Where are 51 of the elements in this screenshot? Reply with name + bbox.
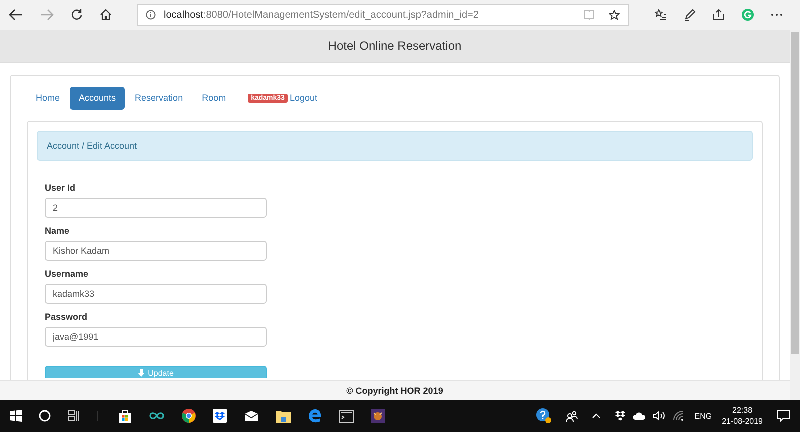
- app-icon[interactable]: [371, 409, 385, 423]
- nav-tab[interactable]: Accounts: [70, 86, 126, 110]
- people-icon[interactable]: [566, 410, 578, 422]
- more-icon[interactable]: [771, 13, 783, 17]
- folder-icon[interactable]: [276, 410, 291, 422]
- chevron-up-icon[interactable]: [592, 413, 601, 419]
- field-label: User Id: [45, 183, 77, 194]
- nav-tab[interactable]: Home: [27, 86, 70, 110]
- nav-tab[interactable]: Logout: [288, 86, 326, 110]
- field-label: Password: [45, 312, 89, 323]
- windows-start-icon[interactable]: [10, 410, 22, 422]
- cloud-icon[interactable]: [632, 412, 646, 420]
- nav-tab[interactable]: Reservation: [126, 86, 192, 110]
- breadcrumb: Account / Edit Account: [47, 141, 138, 151]
- clock-date: 21-08-2019: [722, 416, 763, 427]
- info-icon: [146, 10, 156, 20]
- url-text: localhost:8080/HotelManagementSystem/edit_account.jsp?admin_id=2: [164, 10, 480, 20]
- download-icon: [138, 369, 146, 378]
- field-label: Username: [45, 269, 90, 280]
- chrome-icon[interactable]: [182, 409, 196, 423]
- pen-icon[interactable]: [684, 9, 696, 21]
- field-label: Name: [45, 226, 71, 237]
- help-icon[interactable]: [536, 408, 552, 424]
- address-bar[interactable]: localhost:8080/HotelManagementSystem/edit_account.jsp?admin_id=2: [137, 4, 629, 26]
- terminal-icon[interactable]: [339, 410, 354, 422]
- infinity-icon[interactable]: [149, 411, 165, 421]
- mail-icon[interactable]: [244, 410, 259, 422]
- search-icon[interactable]: [39, 410, 51, 422]
- wifi-icon[interactable]: [672, 411, 684, 421]
- notification-icon[interactable]: [777, 410, 790, 422]
- language-indicator[interactable]: ENG: [694, 412, 712, 420]
- input-field[interactable]: 2: [45, 198, 267, 218]
- task-view-icon[interactable]: [68, 410, 80, 422]
- share-icon[interactable]: [713, 9, 725, 21]
- star-icon[interactable]: [609, 10, 620, 20]
- store-bag-icon[interactable]: [118, 409, 132, 423]
- input-field[interactable]: kadamk33: [45, 284, 267, 304]
- clock-time: 22:38: [732, 405, 753, 416]
- speaker-icon[interactable]: [652, 411, 666, 421]
- input-field[interactable]: java@1991: [45, 327, 267, 347]
- dropbox-icon[interactable]: [614, 411, 626, 421]
- refresh-icon[interactable]: [71, 9, 83, 21]
- input-field[interactable]: Kishor Kadam: [45, 241, 267, 261]
- edge-icon[interactable]: [308, 409, 322, 423]
- copyright-text: © Copyright HOR 2019: [346, 386, 444, 396]
- nav-tab[interactable]: Room: [193, 86, 236, 110]
- clock[interactable]: 22:38 21-08-2019: [722, 405, 763, 427]
- back-icon[interactable]: [9, 9, 23, 21]
- home-icon[interactable]: [100, 9, 112, 21]
- site-title: Hotel Online Reservation: [328, 39, 462, 53]
- favorites-icon[interactable]: [654, 9, 667, 21]
